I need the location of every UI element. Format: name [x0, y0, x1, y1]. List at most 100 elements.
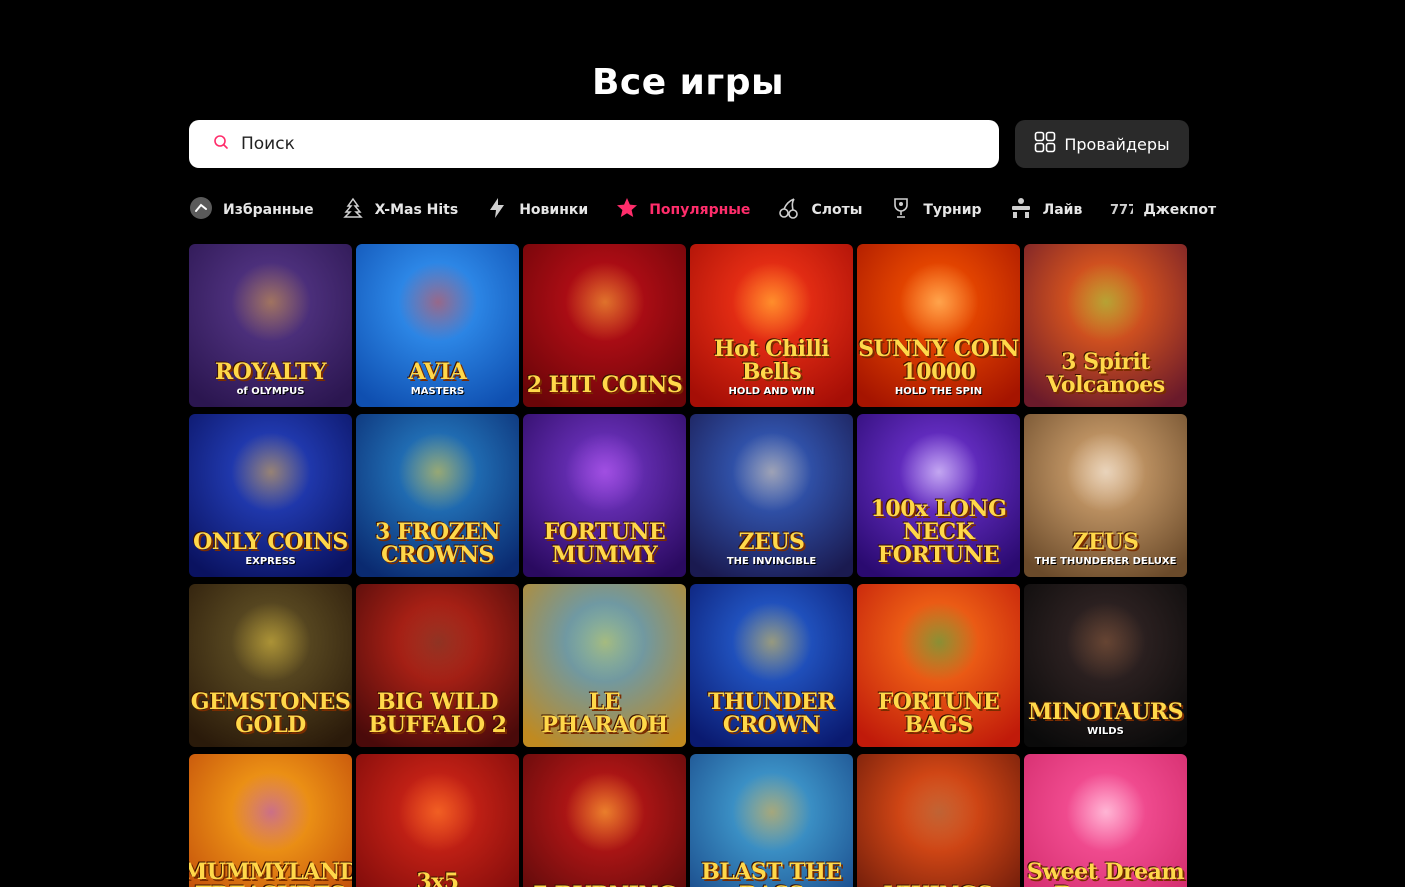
game-tile[interactable]: VIKINGS — [857, 754, 1020, 887]
search-icon — [213, 134, 229, 154]
category-label: Слоты — [811, 202, 863, 218]
game-title: FORTUNE BAGS — [877, 688, 1000, 738]
game-subtitle: THE INVINCIBLE — [726, 556, 817, 567]
game-tile[interactable]: ROYALTY of OLYMPUS — [189, 244, 352, 407]
game-tile[interactable]: ONLY COINS EXPRESS — [189, 414, 352, 577]
game-tile[interactable]: BLAST THE BASS — [690, 754, 853, 887]
game-artwork — [397, 432, 478, 512]
cherries-icon — [777, 196, 801, 224]
category-tab-2[interactable]: Новинки — [485, 196, 588, 224]
game-artwork — [564, 772, 645, 852]
game-title: Hot Chilli Bells — [713, 335, 830, 385]
game-artwork — [564, 602, 645, 682]
game-tile[interactable]: SUNNY COIN 10000 HOLD THE SPIN — [857, 244, 1020, 407]
category-tab-1[interactable]: X-Mas Hits — [341, 196, 459, 224]
providers-label: Провайдеры — [1064, 134, 1170, 154]
game-tile[interactable]: 3 FROZEN CROWNS — [356, 414, 519, 577]
lightning-icon — [485, 196, 509, 224]
game-artwork — [230, 772, 311, 852]
game-artwork — [397, 602, 478, 682]
game-tile[interactable]: ZEUS THE THUNDERER DELUXE — [1024, 414, 1187, 577]
live-table-icon — [1009, 196, 1033, 224]
game-tile[interactable]: Sweet Dream Bonanza — [1024, 754, 1187, 887]
category-tab-0[interactable]: Избранные — [189, 196, 314, 224]
game-artwork — [230, 262, 311, 342]
game-title: SUNNY COIN 10000 — [858, 335, 1019, 385]
game-title: 2 HIT COINS — [526, 371, 683, 398]
game-title: LE PHARAOH — [541, 688, 668, 738]
page-title: Все игры — [591, 62, 785, 103]
game-artwork — [230, 432, 311, 512]
game-tile[interactable]: FORTUNE MUMMY — [523, 414, 686, 577]
category-label: Избранные — [223, 202, 314, 218]
game-artwork — [230, 602, 311, 682]
game-artwork — [731, 262, 812, 342]
category-tab-3[interactable]: Популярные — [615, 196, 750, 224]
game-tile[interactable]: THUNDER CROWN — [690, 584, 853, 747]
game-title: GEMSTONES GOLD — [190, 688, 351, 738]
game-artwork — [898, 602, 979, 682]
category-label: X-Mas Hits — [374, 202, 459, 218]
game-tile[interactable]: BIG WILD BUFFALO 2 — [356, 584, 519, 747]
category-tabs: Избранные X-Mas Hits Новинки Популярные Слот… — [189, 196, 1243, 224]
game-title: 3 FROZEN CROWNS — [375, 518, 500, 568]
game-title: ZEUS — [1072, 528, 1139, 555]
category-label: Новинки — [519, 202, 589, 218]
game-tile[interactable]: MUMMYLAND TREASURES — [189, 754, 352, 887]
category-tab-4[interactable]: Слоты — [777, 196, 862, 224]
game-tile[interactable]: 100x LONG NECK FORTUNE — [857, 414, 1020, 577]
game-subtitle: EXPRESS — [245, 556, 296, 567]
game-artwork — [898, 772, 979, 852]
game-subtitle: HOLD THE SPIN — [894, 386, 983, 397]
game-tile[interactable]: ZEUS THE INVINCIBLE — [690, 414, 853, 577]
game-artwork — [1065, 772, 1146, 852]
game-tile[interactable]: AVIA MASTERS — [356, 244, 519, 407]
providers-button[interactable]: Провайдеры — [1015, 120, 1189, 168]
category-tab-5[interactable]: Турнир — [889, 196, 982, 224]
search-input[interactable] — [241, 134, 941, 154]
game-tile[interactable]: Hot Chilli Bells HOLD AND WIN — [690, 244, 853, 407]
game-tile[interactable]: 2 HIT COINS — [523, 244, 686, 407]
category-tab-7[interactable]: 777 Джекпот — [1109, 196, 1216, 224]
game-tile[interactable]: MINOTAURS WILDS — [1024, 584, 1187, 747]
game-title: 3x5 — [416, 868, 459, 887]
game-title: MINOTAURS — [1027, 698, 1184, 725]
game-artwork — [397, 262, 478, 342]
game-artwork — [731, 772, 812, 852]
game-tile[interactable]: FORTUNE BAGS — [857, 584, 1020, 747]
game-artwork — [564, 262, 645, 342]
game-title: FORTUNE MUMMY — [543, 518, 666, 568]
trophy-icon — [889, 196, 913, 224]
game-tile[interactable]: 7 BURNING — [523, 754, 686, 887]
game-title: ROYALTY — [214, 358, 327, 385]
game-artwork — [898, 262, 979, 342]
game-subtitle: MASTERS — [410, 386, 465, 397]
game-artwork — [731, 602, 812, 682]
game-artwork — [731, 432, 812, 512]
category-label: Турнир — [923, 202, 982, 218]
game-title: BLAST THE BASS — [701, 858, 842, 887]
search-bar[interactable] — [189, 120, 999, 168]
game-subtitle: THE THUNDERER DELUXE — [1034, 556, 1177, 567]
game-title: MUMMYLAND TREASURES — [189, 858, 352, 887]
svg-text:777: 777 — [1110, 203, 1133, 218]
game-artwork — [397, 772, 478, 852]
category-tab-6[interactable]: Лайв — [1009, 196, 1083, 224]
category-label: Популярные — [649, 202, 751, 218]
game-artwork — [1065, 602, 1146, 682]
game-tile[interactable]: 3x5HOLD THE SPIN — [356, 754, 519, 887]
game-subtitle: HOLD AND WIN — [728, 386, 815, 397]
favorites-icon — [189, 196, 213, 224]
game-title: BIG WILD BUFFALO 2 — [368, 688, 507, 738]
game-title: 100x LONG NECK FORTUNE — [870, 495, 1007, 568]
game-subtitle: WILDS — [1087, 726, 1124, 737]
game-title: Sweet Dream Bonanza — [1026, 858, 1185, 887]
grid-icon — [1034, 131, 1056, 157]
game-tile[interactable]: LE PHARAOH — [523, 584, 686, 747]
game-title: ZEUS — [738, 528, 805, 555]
game-tile[interactable]: GEMSTONES GOLD — [189, 584, 352, 747]
game-title: THUNDER CROWN — [707, 688, 836, 738]
category-label: Лайв — [1042, 202, 1083, 218]
game-tile[interactable]: 3 Spirit Volcanoes — [1024, 244, 1187, 407]
game-artwork — [564, 432, 645, 512]
